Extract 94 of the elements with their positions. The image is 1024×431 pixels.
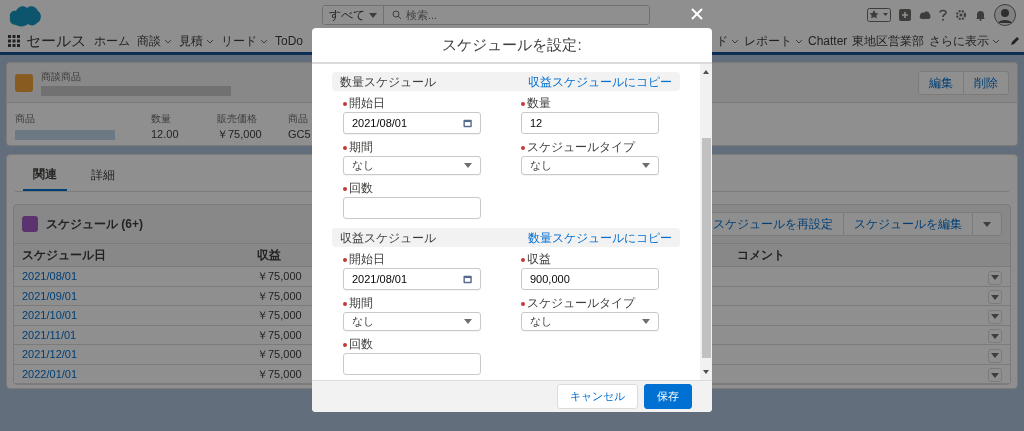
nav-tab[interactable]: ホーム bbox=[94, 32, 130, 50]
nav-tab[interactable]: リード bbox=[221, 32, 268, 50]
caret-icon bbox=[991, 372, 999, 378]
field-label: 販売価格 bbox=[217, 112, 258, 126]
nav-tab[interactable]: 商談 bbox=[137, 32, 172, 50]
caret-icon bbox=[369, 12, 377, 18]
field-label: 商品 bbox=[15, 112, 36, 126]
schedule-date-link[interactable]: 2021/11/01 bbox=[22, 328, 77, 341]
input-field[interactable] bbox=[343, 197, 481, 219]
nav-tab[interactable]: 東地区営業部 bbox=[852, 32, 925, 50]
search-field[interactable]: すべて 検索... bbox=[322, 5, 650, 25]
select-field[interactable]: なし bbox=[343, 156, 481, 175]
row-action-button[interactable] bbox=[988, 348, 1002, 363]
object-label: 商談商品 bbox=[41, 70, 82, 84]
field-label: スケジュールタイプ bbox=[527, 141, 635, 154]
settings-icon[interactable] bbox=[955, 9, 967, 21]
scrollbar-thumb[interactable] bbox=[701, 138, 711, 358]
field-label: 数量 bbox=[527, 97, 551, 110]
nav-tab[interactable]: レポート bbox=[744, 32, 803, 50]
input-field[interactable]: 900,000 bbox=[521, 268, 659, 290]
field-label: 開始日 bbox=[349, 97, 385, 110]
caret-icon bbox=[991, 314, 999, 319]
caret-icon bbox=[983, 222, 991, 228]
caret-icon bbox=[991, 353, 999, 358]
date-input[interactable]: 2021/08/01 bbox=[352, 270, 463, 288]
scroll-down-icon[interactable] bbox=[703, 370, 709, 374]
schedule-date-link[interactable]: 2021/08/01 bbox=[22, 270, 78, 282]
record-tab[interactable]: 関連 bbox=[23, 161, 67, 191]
close-icon bbox=[691, 8, 703, 20]
search-scope-dropdown[interactable]: すべて bbox=[323, 6, 384, 24]
select-field[interactable]: なし bbox=[521, 156, 659, 175]
caret-icon bbox=[642, 319, 650, 324]
schedule-date-link[interactable]: 2021/12/01 bbox=[22, 348, 78, 360]
field-label: 期間 bbox=[349, 141, 373, 154]
pencil-icon[interactable] bbox=[1010, 36, 1020, 46]
select-field[interactable]: なし bbox=[343, 312, 481, 331]
save-button[interactable]: 保存 bbox=[644, 384, 692, 409]
field-value: ￥75,000 bbox=[217, 128, 262, 140]
more-actions-button[interactable] bbox=[972, 212, 1002, 236]
copy-link[interactable]: 収益スケジュールにコピー bbox=[528, 72, 672, 91]
row-action-button[interactable] bbox=[988, 270, 1002, 285]
caret-icon bbox=[464, 319, 472, 324]
caret-icon bbox=[991, 275, 999, 280]
nav-tab[interactable]: 見積 bbox=[179, 32, 214, 50]
bell-icon[interactable] bbox=[975, 9, 986, 21]
row-action-button[interactable] bbox=[988, 329, 1002, 343]
field-value: GC5 bbox=[288, 128, 311, 140]
input-field[interactable]: 12 bbox=[521, 112, 659, 134]
plus-icon[interactable] bbox=[899, 9, 911, 21]
avatar-icon[interactable] bbox=[994, 4, 1016, 26]
row-action-button[interactable] bbox=[988, 290, 1002, 304]
row-action-button[interactable] bbox=[988, 368, 1002, 382]
caret-icon bbox=[991, 333, 999, 339]
cancel-button[interactable]: キャンセル bbox=[557, 384, 638, 409]
input-field[interactable] bbox=[343, 353, 481, 375]
field-label: 回数 bbox=[349, 182, 373, 195]
app-name: セールス bbox=[26, 30, 86, 51]
record-action-button[interactable]: 削除 bbox=[963, 70, 1009, 95]
schedule-date-link[interactable]: 2021/09/01 bbox=[22, 289, 78, 302]
help-icon[interactable] bbox=[939, 9, 947, 21]
date-field[interactable]: 2021/08/01 bbox=[343, 268, 481, 290]
app-launcher-icon[interactable] bbox=[8, 35, 20, 47]
cloud-logo[interactable] bbox=[8, 3, 42, 27]
record-action-button[interactable]: 編集 bbox=[918, 70, 964, 95]
record-tab[interactable]: 詳細 bbox=[81, 161, 125, 191]
nav-tab[interactable]: ド bbox=[716, 32, 739, 50]
schedule-date-link[interactable]: 2021/10/01 bbox=[22, 309, 78, 321]
column-header: コメント bbox=[729, 243, 921, 267]
section-title: 数量スケジュール bbox=[340, 73, 436, 91]
field-label: 商品 bbox=[288, 112, 309, 126]
column-header: スケジュール日 bbox=[14, 243, 249, 267]
caret-icon bbox=[642, 163, 650, 168]
nav-tab[interactable]: ToDo bbox=[275, 32, 303, 50]
related-list-title: スケジュール (6+) bbox=[46, 216, 143, 233]
modal-title: スケジュールを設定: bbox=[442, 34, 582, 55]
record-type-icon bbox=[15, 73, 33, 92]
select-field[interactable]: なし bbox=[521, 312, 659, 331]
date-field[interactable]: 2021/08/01 bbox=[343, 112, 481, 134]
caret-icon bbox=[991, 294, 999, 300]
scroll-up-icon[interactable] bbox=[703, 70, 709, 74]
field-label: 開始日 bbox=[349, 253, 385, 266]
related-list-button[interactable]: スケジュールを編集 bbox=[843, 212, 973, 236]
row-action-button[interactable] bbox=[988, 309, 1002, 324]
cloud-icon[interactable] bbox=[919, 9, 931, 21]
date-input[interactable]: 2021/08/01 bbox=[352, 114, 463, 132]
search-icon bbox=[392, 10, 402, 20]
caret-icon bbox=[464, 163, 472, 168]
field-label: 数量 bbox=[151, 112, 172, 126]
scrollbar[interactable] bbox=[700, 64, 712, 380]
schedule-date-link[interactable]: 2022/01/01 bbox=[22, 367, 78, 380]
field-label: 収益 bbox=[527, 253, 551, 266]
nav-tab[interactable]: Chatter bbox=[808, 32, 848, 50]
field-value: 12.00 bbox=[151, 128, 179, 140]
nav-tab[interactable]: さらに表示 bbox=[929, 32, 1001, 50]
